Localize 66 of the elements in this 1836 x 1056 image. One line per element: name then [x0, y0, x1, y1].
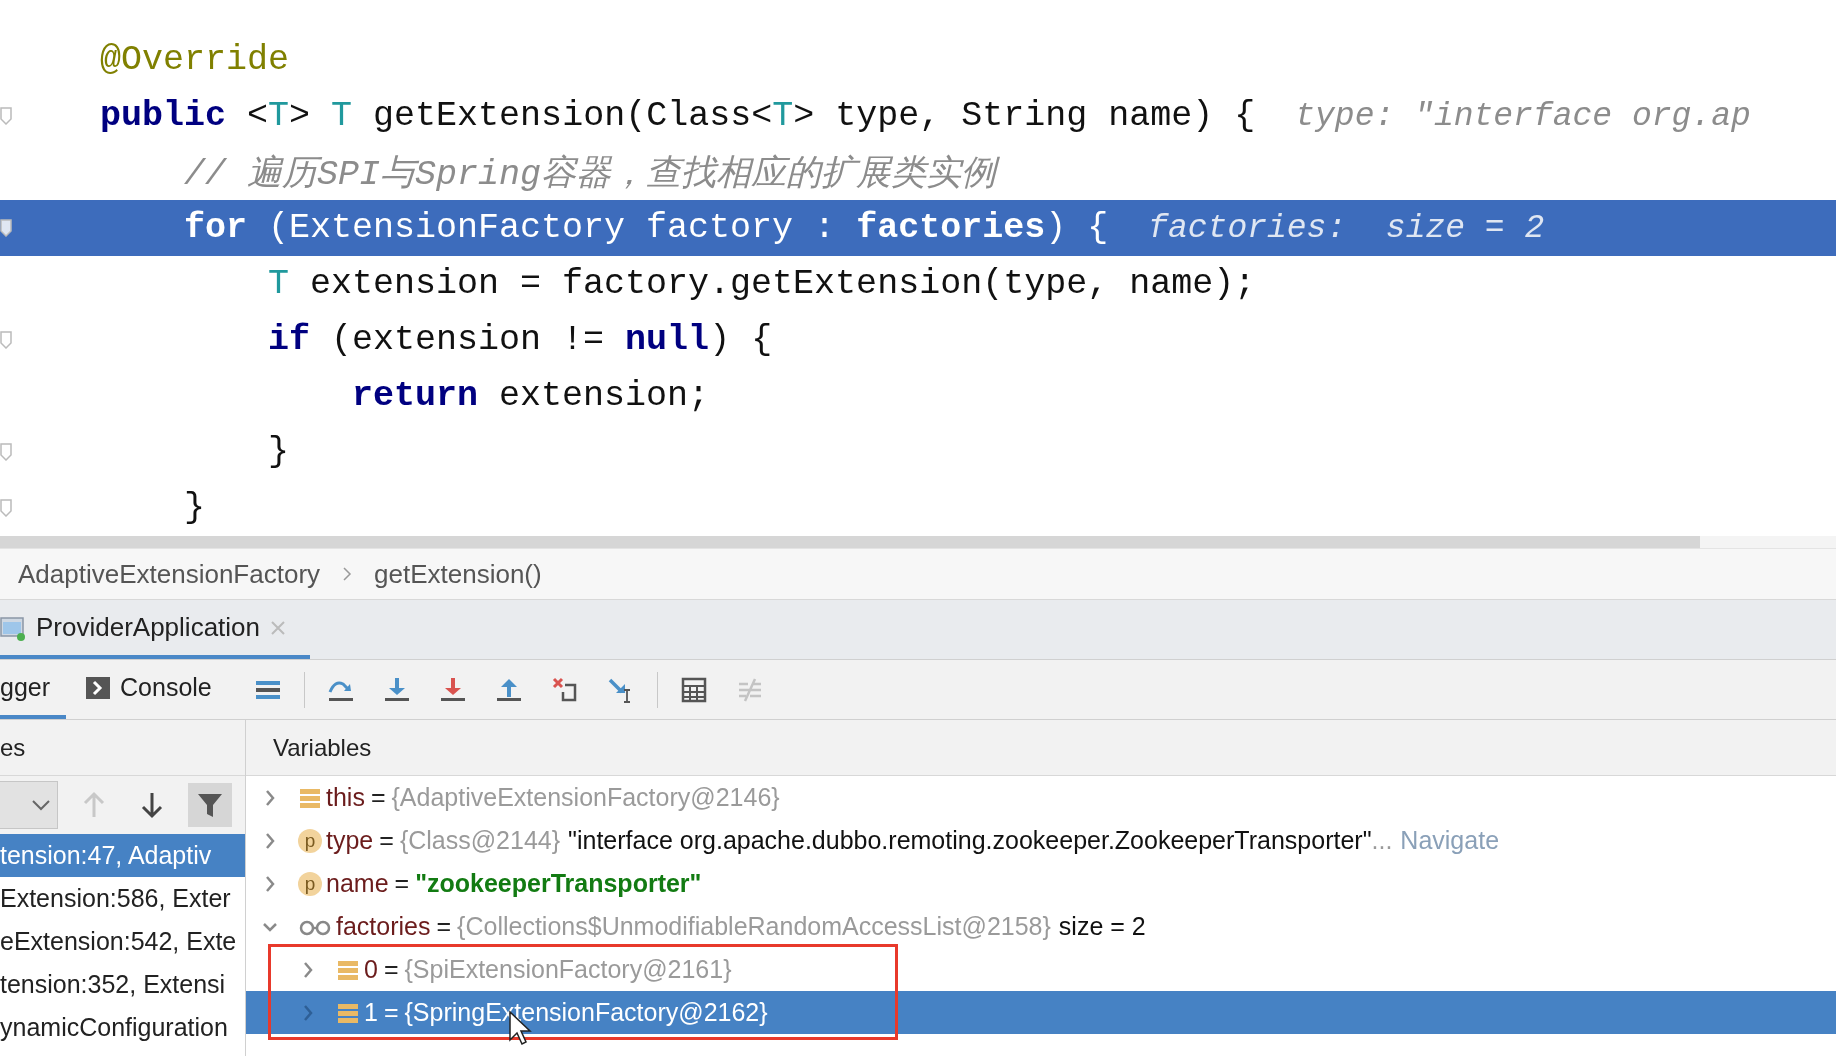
equals-sign: = [383, 998, 399, 1027]
code-text: public <T> T getExtension(Class<T> type, String name) { [100, 96, 1256, 136]
variable-value: {SpringExtensionFactory@2162} [404, 998, 768, 1027]
value-detail: "interface org.apache.dubbo.remoting.zookeeper.ZookeeperTransporter" [568, 826, 1372, 855]
equals-sign: = [370, 783, 386, 812]
string-value: "zookeeperTransporter" [415, 869, 702, 898]
equals-sign: = [436, 912, 452, 941]
arrow-down-icon[interactable] [140, 791, 164, 819]
scrollbar-thumb[interactable] [0, 536, 1700, 548]
fold-icon[interactable] [0, 331, 12, 349]
fold-icon[interactable] [0, 219, 12, 237]
variable-value: {AdaptiveExtensionFactory@2146} [391, 783, 780, 812]
equals-sign: = [394, 869, 410, 898]
panel-title: Variables [273, 733, 372, 762]
stack-frame[interactable]: tension:47, Adaptiv [0, 834, 245, 877]
filter-icon [197, 792, 223, 818]
fold-icon[interactable] [0, 107, 12, 125]
stack-frame[interactable]: ynamicConfiguration [0, 1006, 245, 1049]
code-text: return extension; [351, 376, 710, 416]
variable-value: {Collections$UnmodifiableRandomAccessList@2158} [457, 912, 1051, 941]
caret-icon [31, 798, 51, 812]
code-text: for (ExtensionFactory factory : factories) { [183, 208, 1109, 248]
chevron-right-icon [342, 567, 353, 581]
panel-title: es [0, 733, 26, 762]
code-text: if (extension != null) { [267, 320, 773, 360]
stack-frame[interactable]: Extension:586, Exter [0, 877, 245, 920]
window-icon [0, 614, 26, 641]
filter-button[interactable] [188, 783, 232, 827]
variable-name: name [326, 869, 389, 898]
console-icon [86, 675, 111, 700]
step-into-icon[interactable] [382, 675, 411, 704]
debug-tab[interactable]: Console [86, 660, 228, 719]
variable-row[interactable]: 0 = {SpiExtensionFactory@2161} [246, 948, 1836, 991]
variable-row[interactable]: 1 = {SpringExtensionFactory@2162} [246, 991, 1836, 1034]
inline-hint: type: "interface org.ap [1295, 97, 1751, 135]
fold-icon[interactable] [0, 443, 12, 461]
variable-row[interactable]: p type = {Class@2144} "interface org.apache.dubbo.remoting.zookeeper.ZookeeperTransporter"... Navigate [246, 819, 1836, 862]
variable-value: {SpiExtensionFactory@2161} [404, 955, 732, 984]
code-text: T extension = factory.getExtension(type, name); [267, 264, 1256, 304]
variable-row[interactable]: p name = "zookeeperTransporter" [246, 862, 1836, 905]
variable-name: 0 [364, 955, 378, 984]
code-text: } [267, 432, 290, 472]
parameter-badge: p [298, 828, 322, 853]
equals-sign: = [383, 955, 399, 984]
value-detail: size = 2 [1058, 912, 1146, 941]
code-text: } [183, 488, 206, 528]
stack-frame[interactable]: tension:352, Extensi [0, 963, 245, 1006]
fold-icon[interactable] [0, 499, 12, 517]
calculator-icon[interactable] [679, 675, 708, 704]
equals-sign: = [379, 826, 394, 855]
parameter-badge: p [298, 871, 322, 896]
code-text: @Override [100, 40, 290, 80]
stack-frame[interactable]: eExtension:542, Exte [0, 920, 245, 963]
breadcrumb[interactable]: AdaptiveExtensionFactory [18, 558, 321, 590]
drop-frame-icon[interactable] [550, 675, 579, 704]
variable-name: 1 [364, 998, 378, 1027]
breadcrumb[interactable]: getExtension() [374, 558, 542, 590]
variable-row[interactable]: factories = {Collections$UnmodifiableRandomAccessList@2158} size = 2 [246, 905, 1836, 948]
variable-name: type [326, 826, 374, 855]
variable-row[interactable]: this = {AdaptiveExtensionFactory@2146} [246, 776, 1836, 819]
variable-value: {Class@2144} [399, 826, 561, 855]
ellipsis: ... [1371, 826, 1393, 855]
step-into-icon[interactable] [438, 675, 467, 704]
variable-name: factories [336, 912, 431, 941]
variable-name: this [326, 783, 365, 812]
inline-hint: factories: size = 2 [1148, 209, 1545, 247]
